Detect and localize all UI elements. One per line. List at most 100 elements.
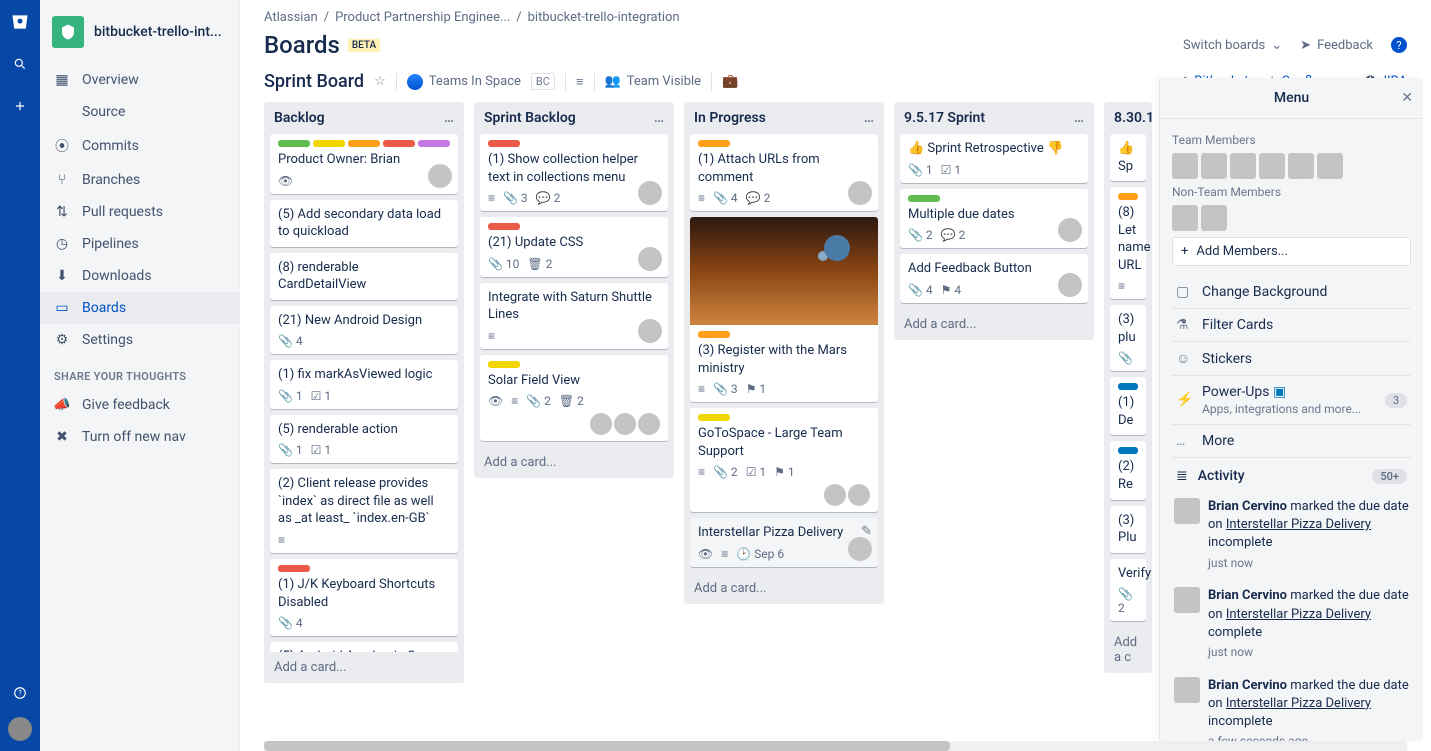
- card[interactable]: GoToSpace - Large Team Support≡📎 2☑ 1⚑ 1: [690, 408, 878, 512]
- list-menu-icon[interactable]: …: [654, 110, 664, 126]
- card[interactable]: Integrate with Saturn Shuttle Lines≡: [480, 283, 668, 349]
- card[interactable]: (2) Re: [1110, 441, 1146, 499]
- member-avatar[interactable]: [1201, 205, 1227, 231]
- list-menu-icon[interactable]: …: [444, 110, 454, 126]
- add-card-button[interactable]: Add a card...: [264, 652, 464, 683]
- sidebar-item-source[interactable]: Source: [40, 96, 239, 128]
- card[interactable]: (3) plu📎: [1110, 305, 1146, 371]
- card[interactable]: (21) New Android Design📎 4: [270, 306, 458, 355]
- menu-item-more[interactable]: …More: [1172, 424, 1411, 457]
- member-avatar[interactable]: [1317, 153, 1343, 179]
- turn-off-nav-link[interactable]: ✖Turn off new nav: [40, 421, 239, 453]
- card[interactable]: Solar Field View👁≡📎 2🗑 2: [480, 355, 668, 442]
- activity-link[interactable]: Interstellar Pizza Delivery: [1226, 696, 1371, 711]
- member-avatar[interactable]: [1288, 153, 1314, 179]
- card[interactable]: (1) fix markAsViewed logic📎 1☑ 1: [270, 360, 458, 409]
- member-avatar[interactable]: [1058, 218, 1082, 242]
- card[interactable]: (5) renderable action📎 1☑ 1: [270, 415, 458, 464]
- switch-boards-button[interactable]: Switch boards ⌄: [1183, 38, 1282, 53]
- horizontal-scrollbar[interactable]: [264, 741, 1407, 751]
- card[interactable]: (3) Register with the Mars ministry≡📎 3⚑…: [690, 217, 878, 402]
- card[interactable]: (1) Show collection helper text in colle…: [480, 134, 668, 211]
- member-avatar[interactable]: [590, 413, 612, 435]
- card[interactable]: Verify📎 2: [1110, 559, 1146, 622]
- sidebar-item-settings[interactable]: ⚙Settings: [40, 324, 239, 356]
- card[interactable]: (5) Add secondary data load to quickload: [270, 200, 458, 247]
- activity-link[interactable]: Interstellar Pizza Delivery: [1226, 607, 1371, 622]
- card[interactable]: Add Feedback Button📎 4⚑ 4: [900, 254, 1088, 303]
- search-icon[interactable]: [8, 52, 32, 76]
- card[interactable]: 👍 Sprint Retrospective 👎📎 1☑ 1: [900, 134, 1088, 183]
- add-icon[interactable]: [8, 94, 32, 118]
- list-menu-icon[interactable]: …: [864, 110, 874, 126]
- card[interactable]: Product Owner: Brian👁: [270, 134, 458, 194]
- user-avatar[interactable]: [8, 717, 32, 741]
- add-card-button[interactable]: Add a card...: [894, 309, 1094, 340]
- menu-item-filter-cards[interactable]: ⚗Filter Cards: [1172, 308, 1411, 341]
- help-icon[interactable]: ?: [8, 681, 32, 705]
- briefcase-icon[interactable]: 💼: [722, 74, 738, 89]
- feedback-button[interactable]: ➤Feedback: [1300, 38, 1373, 53]
- sidebar-item-pipelines[interactable]: ◷Pipelines: [40, 228, 239, 260]
- card[interactable]: 👍 Sp: [1110, 134, 1146, 181]
- card-title: 👍 Sp: [1118, 140, 1138, 175]
- member-avatar[interactable]: [824, 484, 846, 506]
- card[interactable]: (2) Client release provides `index` as d…: [270, 469, 458, 553]
- list-view-icon[interactable]: ≡: [576, 74, 584, 90]
- activity-link[interactable]: Interstellar Pizza Delivery: [1226, 517, 1371, 532]
- visibility-chip[interactable]: 👥Team Visible: [605, 74, 702, 89]
- member-avatar[interactable]: [1058, 273, 1082, 297]
- member-avatar[interactable]: [1172, 153, 1198, 179]
- sidebar-item-commits[interactable]: ⦿Commits: [40, 128, 239, 164]
- add-card-button[interactable]: Add a c: [1104, 627, 1152, 673]
- give-feedback-link[interactable]: 📣Give feedback: [40, 389, 239, 421]
- team-chip[interactable]: Teams In Space: [407, 74, 521, 90]
- breadcrumb-item[interactable]: Atlassian: [264, 10, 318, 25]
- breadcrumb-item[interactable]: Product Partnership Enginee...: [335, 10, 510, 25]
- activity-avatar[interactable]: [1174, 587, 1200, 613]
- member-avatar[interactable]: [1230, 153, 1256, 179]
- activity-avatar[interactable]: [1174, 498, 1200, 524]
- menu-item-power-ups[interactable]: ⚡Power-Ups ▣Apps, integrations and more.…: [1172, 375, 1411, 424]
- sidebar-item-boards[interactable]: ▭Boards: [40, 292, 239, 324]
- member-avatar[interactable]: [638, 181, 662, 205]
- member-avatar[interactable]: [428, 164, 452, 188]
- list-menu-icon[interactable]: …: [1074, 110, 1084, 126]
- add-members-button[interactable]: +Add Members...: [1172, 237, 1411, 266]
- member-avatar[interactable]: [1201, 153, 1227, 179]
- card[interactable]: (8) renderable CardDetailView: [270, 253, 458, 300]
- menu-item-stickers[interactable]: ☺Stickers: [1172, 341, 1411, 375]
- card[interactable]: Interstellar Pizza Delivery👁≡🕑 Sep 6✎: [690, 518, 878, 567]
- card[interactable]: (1) Attach URLs from comment≡📎 4💬 2: [690, 134, 878, 211]
- breadcrumb-item[interactable]: bitbucket-trello-integration: [528, 10, 680, 25]
- card[interactable]: (1) J/K Keyboard Shortcuts Disabled📎 4: [270, 559, 458, 636]
- bitbucket-logo-icon[interactable]: [8, 10, 32, 34]
- card[interactable]: (21) Update CSS📎 10🗑 2: [480, 217, 668, 277]
- card[interactable]: (5) Android App Login Screen Wireframes: [270, 642, 458, 652]
- card[interactable]: (8) Let name URL≡: [1110, 187, 1146, 299]
- add-card-button[interactable]: Add a card...: [684, 573, 884, 604]
- star-icon[interactable]: ☆: [374, 74, 386, 89]
- sidebar-item-downloads[interactable]: ⬇Downloads: [40, 260, 239, 292]
- card[interactable]: (1) De: [1110, 377, 1146, 435]
- member-avatar[interactable]: [1172, 205, 1198, 231]
- member-avatar[interactable]: [638, 413, 660, 435]
- help-button[interactable]: ?: [1391, 37, 1407, 53]
- activity-avatar[interactable]: [1174, 677, 1200, 703]
- sidebar-item-branches[interactable]: ⑂Branches: [40, 164, 239, 196]
- card-label: [313, 140, 345, 147]
- sidebar-item-pull-requests[interactable]: ⇅Pull requests: [40, 196, 239, 228]
- member-avatar[interactable]: [1259, 153, 1285, 179]
- member-avatar[interactable]: [614, 413, 636, 435]
- card[interactable]: Multiple due dates📎 2💬 2: [900, 189, 1088, 249]
- member-avatar[interactable]: [848, 484, 870, 506]
- sidebar-item-overview[interactable]: ▦Overview: [40, 64, 239, 96]
- member-avatar[interactable]: [848, 537, 872, 561]
- member-avatar[interactable]: [638, 247, 662, 271]
- member-avatar[interactable]: [638, 319, 662, 343]
- add-card-button[interactable]: Add a card...: [474, 447, 674, 478]
- close-icon[interactable]: ✕: [1401, 90, 1413, 106]
- card[interactable]: (3) Plu: [1110, 506, 1146, 553]
- menu-item-change-background[interactable]: ▢Change Background: [1172, 276, 1411, 308]
- member-avatar[interactable]: [848, 181, 872, 205]
